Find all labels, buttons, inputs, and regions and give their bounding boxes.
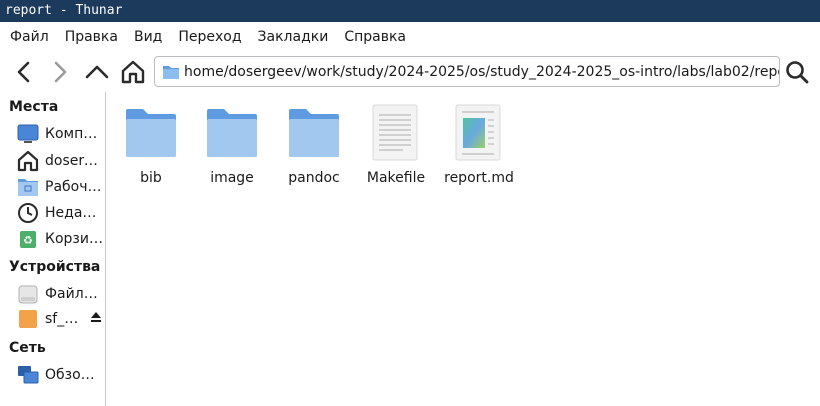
file-name: bib: [140, 170, 162, 186]
sidebar: Места Компьютер dosergeev Рабочий стол Н…: [0, 92, 106, 406]
trash-icon: ♻: [17, 228, 39, 250]
file-name: image: [210, 170, 254, 186]
sidebar-item-computer[interactable]: Компьютер: [17, 122, 105, 146]
menu-view[interactable]: Вид: [126, 22, 170, 52]
markdown-file-icon: [448, 102, 510, 164]
sidebar-item-label: Корзина: [45, 231, 103, 247]
folder-icon: [120, 102, 182, 164]
menubar: Файл Правка Вид Переход Закладки Справка: [0, 22, 820, 52]
network-header: Сеть: [9, 340, 46, 356]
file-item[interactable]: pandoc: [273, 102, 355, 186]
menu-go[interactable]: Переход: [170, 22, 249, 52]
folder-icon: [201, 102, 263, 164]
search-icon: [786, 61, 809, 84]
file-item[interactable]: bib: [110, 102, 192, 186]
folder-icon: [283, 102, 345, 164]
file-name: report.md: [444, 170, 514, 186]
menu-file[interactable]: Файл: [2, 22, 57, 52]
search-button[interactable]: [782, 56, 812, 88]
home-icon: [17, 150, 39, 172]
location-path[interactable]: home/dosergeev/work/study/2024-2025/os/s…: [184, 64, 779, 80]
sidebar-item-home[interactable]: dosergeev: [17, 149, 105, 173]
sidebar-item-label: sf_work: [45, 311, 87, 327]
back-icon: [17, 61, 30, 83]
file-name: pandoc: [288, 170, 340, 186]
text-file-icon: [365, 102, 427, 164]
home-button[interactable]: [118, 56, 148, 88]
sidebar-item-trash[interactable]: ♻ Корзина: [17, 227, 105, 251]
sidebar-item-recent[interactable]: Недавние: [17, 201, 105, 225]
places-header: Места: [9, 99, 59, 115]
sidebar-item-label: dosergeev: [45, 153, 103, 169]
shared-folder-icon: [17, 308, 39, 330]
computer-icon: [17, 123, 39, 145]
desktop-folder-icon: [17, 176, 39, 198]
menu-bookmarks[interactable]: Закладки: [250, 22, 337, 52]
file-name: Makefile: [366, 170, 426, 186]
menu-edit[interactable]: Правка: [57, 22, 126, 52]
recent-icon: [17, 202, 39, 224]
sidebar-item-label: Обзор сети: [45, 367, 103, 383]
back-button[interactable]: [9, 56, 39, 88]
forward-icon: [54, 61, 67, 83]
up-button[interactable]: [82, 56, 112, 88]
file-item[interactable]: Makefile: [355, 102, 437, 186]
forward-button[interactable]: [45, 56, 75, 88]
folder-icon: [163, 65, 179, 79]
drive-icon: [17, 283, 39, 305]
window-title: report - Thunar: [0, 0, 820, 22]
sidebar-item-label: Компьютер: [45, 126, 103, 142]
file-item[interactable]: report.md: [438, 102, 520, 186]
file-view[interactable]: bib image pandoc Makefile report.md: [107, 92, 820, 406]
sidebar-item-label: Рабочий стол: [45, 179, 103, 195]
sidebar-item-filesystem[interactable]: Файловая система: [17, 282, 105, 306]
sidebar-item-desktop[interactable]: Рабочий стол: [17, 175, 105, 199]
eject-icon[interactable]: [89, 310, 103, 328]
location-bar[interactable]: home/dosergeev/work/study/2024-2025/os/s…: [154, 56, 780, 87]
sidebar-item-label: Недавние: [45, 205, 103, 221]
devices-header: Устройства: [9, 259, 101, 275]
svg-text:♻: ♻: [23, 234, 33, 247]
network-icon: [17, 364, 39, 386]
menu-help[interactable]: Справка: [336, 22, 414, 52]
sidebar-item-label: Файловая система: [45, 286, 103, 302]
home-icon: [121, 60, 145, 84]
up-icon: [85, 65, 109, 79]
sidebar-item-network[interactable]: Обзор сети: [17, 363, 105, 387]
sidebar-item-sf[interactable]: sf_work: [17, 307, 105, 331]
file-item[interactable]: image: [191, 102, 273, 186]
